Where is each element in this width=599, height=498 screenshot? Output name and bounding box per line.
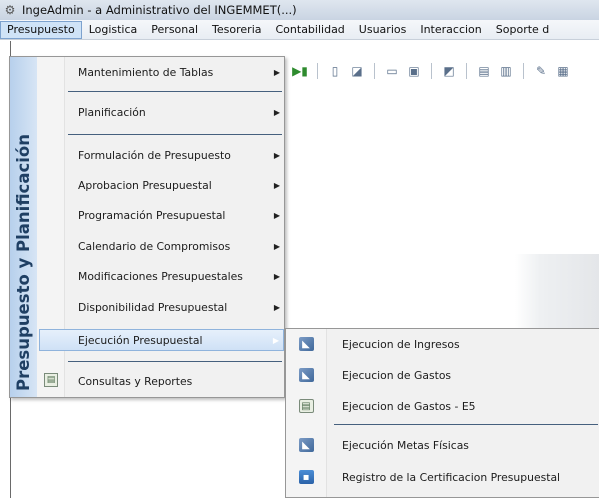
- presupuesto-dropdown: Presupuesto y Planificación Mantenimient…: [9, 56, 285, 398]
- more-icon[interactable]: ▦: [555, 63, 571, 79]
- report-icon: ▤: [298, 399, 314, 413]
- menu-item-label: Calendario de Compromisos: [78, 239, 231, 253]
- menu-item-mantenimiento[interactable]: Mantenimiento de Tablas ▶: [64, 61, 284, 83]
- execution-icon: ◣: [298, 368, 314, 382]
- icon-slot: ◣: [286, 337, 326, 351]
- window-title: IngeAdmin - a Administrativo del INGEMME…: [22, 3, 297, 17]
- edit-document-icon[interactable]: ◪: [349, 63, 365, 79]
- tool-icon[interactable]: ✎: [533, 63, 549, 79]
- submenu-arrow-icon: ▶: [273, 180, 281, 190]
- ejecucion-submenu: ◣ Ejecucion de Ingresos ◣ Ejecucion de G…: [285, 328, 599, 498]
- icon-slot: ▪: [286, 470, 326, 484]
- menu-personal[interactable]: Personal: [144, 21, 205, 39]
- menu-item-programacion[interactable]: Programación Presupuestal ▶: [64, 204, 284, 226]
- menu-usuarios[interactable]: Usuarios: [352, 21, 414, 39]
- toolbar: ▶▮ ▯ ◪ ▭ ▣ ◩ ▤ ▥ ✎ ▦: [288, 58, 599, 84]
- submenu-item-label: Ejecucion de Ingresos: [342, 337, 460, 351]
- report-icon: ▤: [44, 373, 58, 387]
- menu-item-calendario[interactable]: Calendario de Compromisos ▶: [64, 235, 284, 257]
- menu-item-label: Disponibilidad Presupuestal: [78, 300, 228, 314]
- menu-item-aprobacion[interactable]: Aprobacion Presupuestal ▶: [64, 174, 284, 196]
- submenu-arrow-icon: ▶: [273, 271, 281, 281]
- submenu-item-label: Ejecucion de Gastos: [342, 368, 452, 382]
- execution-icon: ◣: [298, 438, 314, 452]
- undo-icon[interactable]: ◩: [441, 63, 457, 79]
- menu-item-label: Programación Presupuestal: [78, 208, 226, 222]
- menu-interaccion[interactable]: Interaccion: [413, 21, 488, 39]
- menu-item-modificaciones[interactable]: Modificaciones Presupuestales ▶: [64, 265, 284, 287]
- submenu-item-gastos-e5[interactable]: ▤ Ejecucion de Gastos - E5: [286, 394, 599, 418]
- save-icon[interactable]: ▣: [406, 63, 422, 79]
- menu-logistica[interactable]: Logistica: [82, 21, 145, 39]
- side-banner-text: Presupuesto y Planificación: [14, 134, 33, 391]
- menu-item-label: Ejecución Presupuestal: [78, 333, 203, 347]
- delete-icon[interactable]: ▭: [384, 63, 400, 79]
- icon-slot: ◣: [286, 368, 326, 382]
- submenu-item-gastos[interactable]: ◣ Ejecucion de Gastos: [286, 363, 599, 387]
- menu-item-label: Planificación: [78, 105, 146, 119]
- menu-item-consultas[interactable]: Consultas y Reportes: [64, 370, 284, 392]
- icon-slot: ◣: [286, 438, 326, 452]
- icon-slot: ▤: [286, 399, 326, 413]
- toolbar-separator: [317, 63, 318, 79]
- menu-item-planificacion[interactable]: Planificación ▶: [64, 101, 284, 123]
- document-icon[interactable]: ▯: [327, 63, 343, 79]
- menu-soporte[interactable]: Soporte d: [489, 21, 557, 39]
- menu-item-formulacion[interactable]: Formulación de Presupuesto ▶: [64, 144, 284, 166]
- menu-bar: Presupuesto Logistica Personal Tesoreria…: [0, 20, 599, 40]
- submenu-item-label: Ejecución Metas Físicas: [342, 438, 469, 452]
- submenu-arrow-icon: ▶: [273, 241, 281, 251]
- submenu-arrow-icon: ▶: [273, 107, 281, 117]
- menu-contabilidad[interactable]: Contabilidad: [269, 21, 352, 39]
- menu-item-label: Aprobacion Presupuestal: [78, 178, 212, 192]
- play-last-icon[interactable]: ▶▮: [292, 63, 308, 79]
- submenu-arrow-icon: ▶: [273, 210, 281, 220]
- side-banner-label: Presupuesto y Planificación: [10, 61, 37, 391]
- title-bar: ⚙ IngeAdmin - a Administrativo del INGEM…: [0, 0, 599, 20]
- submenu-arrow-icon: ▶: [273, 302, 281, 312]
- execution-icon: ◣: [298, 337, 314, 351]
- toolbar-separator: [466, 63, 467, 79]
- menu-item-label: Consultas y Reportes: [78, 374, 193, 388]
- menu-presupuesto[interactable]: Presupuesto: [0, 20, 82, 39]
- toolbar-separator: [523, 63, 524, 79]
- menu-item-label: Modificaciones Presupuestales: [78, 269, 243, 283]
- print-icon[interactable]: ▥: [498, 63, 514, 79]
- submenu-item-certificacion[interactable]: ▪ Registro de la Certificacion Presupues…: [286, 465, 599, 489]
- gear-icon[interactable]: ⚙: [4, 3, 16, 17]
- toolbar-separator: [374, 63, 375, 79]
- submenu-arrow-icon: ▶: [272, 335, 280, 345]
- menu-separator: [68, 91, 282, 92]
- menu-tesoreria[interactable]: Tesoreria: [205, 21, 268, 39]
- menu-separator: [68, 361, 282, 362]
- submenu-item-metas[interactable]: ◣ Ejecución Metas Físicas: [286, 433, 599, 457]
- certificate-icon: ▪: [298, 470, 314, 484]
- menu-separator: [334, 424, 598, 425]
- menu-item-label: Formulación de Presupuesto: [78, 148, 231, 162]
- submenu-arrow-icon: ▶: [273, 67, 281, 77]
- toolbar-separator: [431, 63, 432, 79]
- submenu-item-ingresos[interactable]: ◣ Ejecucion de Ingresos: [286, 332, 599, 356]
- preview-icon[interactable]: ▤: [476, 63, 492, 79]
- submenu-arrow-icon: ▶: [273, 150, 281, 160]
- submenu-item-label: Registro de la Certificacion Presupuesta…: [342, 470, 561, 484]
- submenu-item-label: Ejecucion de Gastos - E5: [342, 399, 476, 413]
- menu-item-ejecucion[interactable]: Ejecución Presupuestal ▶: [39, 329, 284, 351]
- menu-separator: [68, 134, 282, 135]
- menu-item-disponibilidad[interactable]: Disponibilidad Presupuestal ▶: [64, 296, 284, 318]
- menu-item-label: Mantenimiento de Tablas: [78, 65, 214, 79]
